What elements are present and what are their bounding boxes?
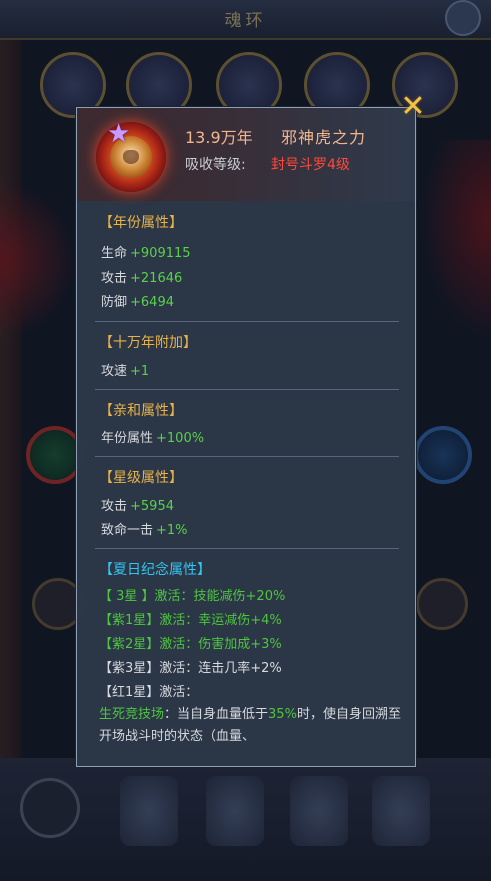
stat-row: 生命 +909115 [101, 242, 191, 261]
stat-value: +1% [156, 523, 188, 538]
stat-row: 攻速 +1 [101, 360, 149, 379]
tooltip-header: ★ 13.9万年 邪神虎之力 吸收等级: 封号斗罗4级 [77, 108, 415, 201]
stat-value: +6494 [130, 295, 174, 310]
ring-age: 13.9万年 [185, 128, 253, 147]
section-title-hundred-k: 【十万年附加】 [99, 335, 197, 351]
skill-desc-part: ：当自身血量低于 [164, 707, 269, 722]
absorb-level-label: 吸收等级: [185, 157, 246, 173]
section-divider [95, 456, 399, 457]
close-icon[interactable]: ✕ [398, 92, 428, 122]
stat-key: 致命一击 [101, 523, 154, 538]
summer-bonus-row: 【红1星】激活： [99, 685, 199, 700]
stat-value: +909115 [130, 246, 191, 261]
stat-value: +5954 [130, 499, 174, 514]
soul-ring-tooltip: ★ 13.9万年 邪神虎之力 吸收等级: 封号斗罗4级 【年份属性】 生命 +90… [76, 107, 416, 767]
section-divider [95, 321, 399, 322]
section-title-affinity: 【亲和属性】 [99, 403, 183, 419]
section-divider [95, 389, 399, 390]
star-badge-icon: ★ [107, 119, 131, 149]
stat-value: +1 [130, 364, 150, 379]
section-title-star: 【星级属性】 [99, 470, 183, 486]
stat-value: +100% [156, 431, 205, 446]
stat-key: 生命 [101, 246, 128, 261]
stat-row: 攻击 +21646 [101, 267, 182, 286]
summer-bonus-row: 【紫3星】激活：连击几率+2% [99, 661, 282, 676]
skill-name: 生死竞技场 [99, 707, 165, 722]
section-title-summer: 【夏日纪念属性】 [99, 562, 211, 578]
stat-key: 年份属性 [101, 431, 154, 446]
stat-key: 防御 [101, 295, 128, 310]
section-divider [95, 548, 399, 549]
stat-row: 致命一击 +1% [101, 519, 188, 538]
stat-row: 年份属性 +100% [101, 427, 204, 446]
ring-name: 邪神虎之力 [281, 128, 367, 147]
skill-threshold: 35% [268, 707, 297, 722]
absorb-level-value: 封号斗罗4级 [271, 157, 350, 173]
stat-key: 攻击 [101, 271, 128, 286]
summer-bonus-row: 【紫1星】激活：幸运减伤+4% [99, 613, 282, 628]
summer-skill-description: 生死竞技场：当自身血量低于35%时，使自身回溯至开场战斗时的状态（血量、 [99, 704, 409, 748]
summer-bonus-row: 【 3星 】激活：技能减伤+20% [99, 589, 286, 604]
summer-bonus-row: 【紫2星】激活：伤害加成+3% [99, 637, 282, 652]
stat-value: +21646 [130, 271, 183, 286]
stat-row: 攻击 +5954 [101, 495, 174, 514]
section-title-year: 【年份属性】 [99, 215, 183, 231]
stat-row: 防御 +6494 [101, 291, 174, 310]
stat-key: 攻击 [101, 499, 128, 514]
stat-key: 攻速 [101, 364, 128, 379]
